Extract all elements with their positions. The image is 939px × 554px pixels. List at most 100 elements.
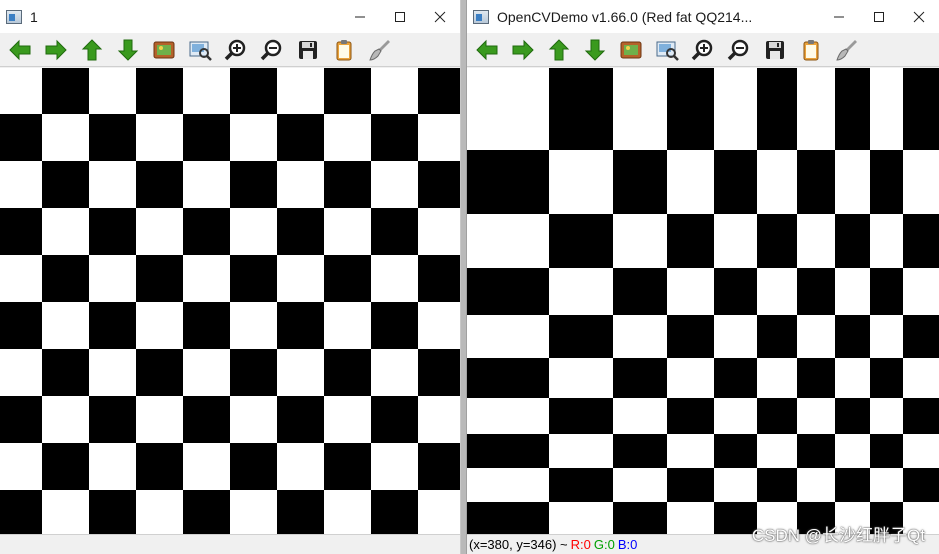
checker-square	[324, 443, 371, 490]
zoom-image-button[interactable]	[146, 35, 182, 65]
checker-square	[613, 502, 667, 536]
checker-square	[136, 349, 183, 396]
checker-square	[467, 150, 549, 214]
minimize-button[interactable]	[340, 0, 380, 33]
checker-square	[277, 208, 324, 255]
pan-up-button[interactable]	[541, 35, 577, 65]
checker-square	[324, 161, 371, 208]
checker-square	[0, 396, 42, 443]
pan-down-button[interactable]	[577, 35, 613, 65]
checker-square	[549, 214, 613, 268]
minimize-icon	[834, 16, 844, 17]
checker-square	[89, 114, 136, 161]
checker-square	[714, 502, 757, 536]
save-icon	[299, 40, 317, 59]
checker-square	[42, 255, 89, 302]
checker-square	[42, 349, 89, 396]
checker-square	[136, 443, 183, 490]
copy-to-clipboard-button[interactable]	[326, 35, 362, 65]
close-icon	[913, 11, 925, 22]
pan-down-button[interactable]	[110, 35, 146, 65]
zoom-out-button[interactable]	[254, 35, 290, 65]
zoom-image-icon	[620, 41, 642, 58]
maximize-icon	[395, 11, 405, 22]
pixel-b-value: B:0	[617, 537, 638, 552]
zoom-fit-button[interactable]	[649, 35, 685, 65]
copy-to-clipboard-button[interactable]	[793, 35, 829, 65]
pixel-r-value: R:0	[570, 537, 591, 552]
maximize-button[interactable]	[380, 0, 420, 33]
pan-left-button[interactable]	[2, 35, 38, 65]
checker-square	[89, 396, 136, 443]
zoom-out-button[interactable]	[721, 35, 757, 65]
checker-square	[757, 68, 797, 150]
maximize-button[interactable]	[859, 0, 899, 33]
checker-square	[0, 490, 42, 534]
zoom-in-button[interactable]	[685, 35, 721, 65]
checker-square	[136, 68, 183, 114]
checker-square	[667, 468, 714, 502]
checker-square	[42, 68, 89, 114]
checker-square	[0, 208, 42, 255]
pan-up-button[interactable]	[74, 35, 110, 65]
app-icon	[6, 9, 22, 24]
checker-square	[230, 255, 277, 302]
checker-square	[183, 114, 230, 161]
properties-brush-button[interactable]	[362, 35, 398, 65]
image-view[interactable]	[0, 68, 460, 534]
checker-square	[418, 255, 460, 302]
checker-square	[903, 214, 939, 268]
zoom-out-icon	[727, 39, 749, 60]
checker-square	[277, 114, 324, 161]
checker-square	[835, 468, 870, 502]
zoom-in-icon	[691, 39, 713, 60]
properties-brush-icon	[369, 39, 390, 61]
checker-square	[0, 302, 42, 349]
checker-square	[870, 358, 903, 398]
checker-square	[371, 490, 418, 534]
checker-square	[324, 255, 371, 302]
checker-square	[757, 315, 797, 358]
minimize-icon	[355, 16, 365, 17]
properties-brush-button[interactable]	[829, 35, 865, 65]
close-icon	[434, 11, 446, 22]
checker-square	[613, 434, 667, 468]
checker-square	[89, 208, 136, 255]
copy-to-clipboard-icon	[803, 39, 819, 60]
pan-left-button[interactable]	[469, 35, 505, 65]
checker-square	[714, 434, 757, 468]
checker-square	[467, 358, 549, 398]
checker-square	[42, 161, 89, 208]
checker-square	[324, 349, 371, 396]
save-button[interactable]	[290, 35, 326, 65]
checker-square	[277, 490, 324, 534]
checker-square	[667, 398, 714, 434]
checker-square	[183, 302, 230, 349]
toolbar	[467, 33, 939, 67]
checker-square	[277, 396, 324, 443]
zoom-in-button[interactable]	[218, 35, 254, 65]
zoom-image-button[interactable]	[613, 35, 649, 65]
window-controls	[340, 0, 460, 33]
minimize-button[interactable]	[819, 0, 859, 33]
checker-square	[136, 255, 183, 302]
close-button[interactable]	[899, 0, 939, 33]
checker-square	[418, 443, 460, 490]
zoom-fit-button[interactable]	[182, 35, 218, 65]
checker-square	[549, 398, 613, 434]
pan-right-button[interactable]	[38, 35, 74, 65]
pan-right-icon	[45, 39, 67, 60]
checker-square	[371, 208, 418, 255]
checker-square	[230, 349, 277, 396]
checker-square	[903, 68, 939, 150]
image-view[interactable]	[467, 68, 939, 536]
checker-square	[42, 443, 89, 490]
close-button[interactable]	[420, 0, 460, 33]
checker-square	[183, 208, 230, 255]
checkerboard-image	[0, 68, 460, 534]
zoom-fit-icon	[656, 41, 679, 61]
pan-right-button[interactable]	[505, 35, 541, 65]
save-button[interactable]	[757, 35, 793, 65]
checker-square	[277, 302, 324, 349]
distorted-checkerboard-image	[467, 68, 939, 536]
